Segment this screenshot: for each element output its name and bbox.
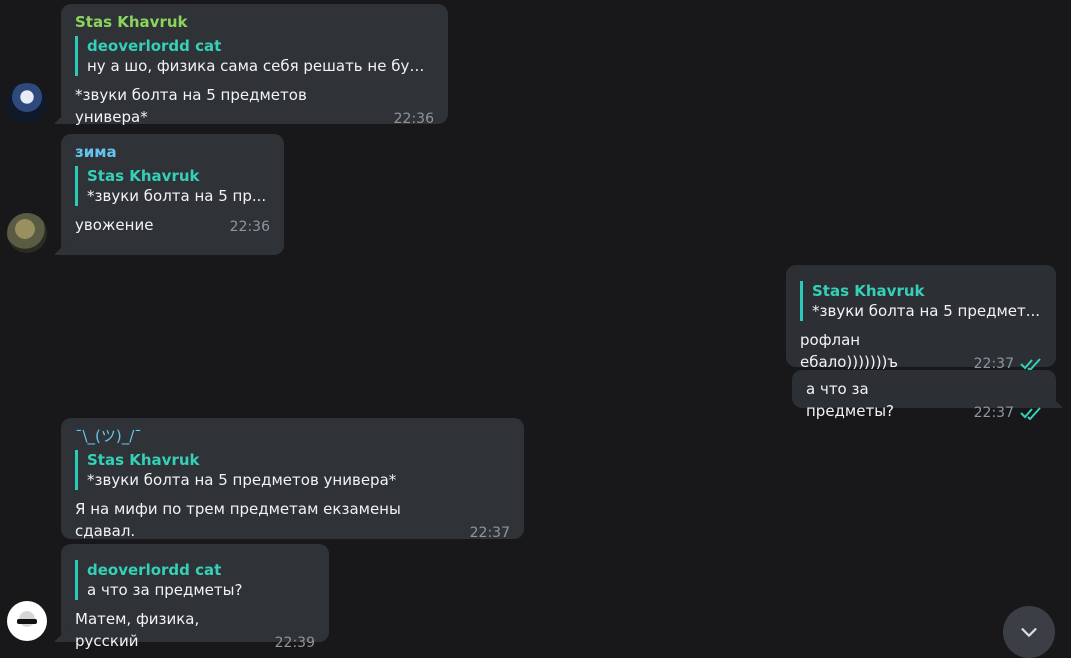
message-bubble[interactable]: Stas Khavruk *звуки болта на 5 предмет..… (786, 265, 1056, 372)
reply-sender: deoverlordd cat (87, 37, 222, 55)
reply-text: ну а шо, физика сама себя решать не буде… (87, 57, 434, 75)
reply-text: *звуки болта на 5 пр... (87, 187, 267, 205)
message-time: 22:36 (393, 111, 434, 127)
sender-name[interactable]: Stas Khavruk (75, 12, 434, 32)
message-text: Матем, физика, русский (75, 610, 200, 650)
reply-preview[interactable]: Stas Khavruk *звуки болта на 5 предмет..… (800, 281, 1042, 321)
scroll-down-button[interactable] (1003, 606, 1055, 658)
message-time: 22:37 (973, 405, 1014, 421)
message-text: рофлан ебало)))))))ъ (800, 331, 898, 371)
double-check-icon (1020, 358, 1041, 371)
message-text: увожение (75, 216, 154, 234)
message-text: а что за предметы? (806, 380, 895, 420)
reply-sender: Stas Khavruk (87, 167, 200, 185)
reply-sender: Stas Khavruk (87, 451, 200, 469)
message-bubble[interactable]: а что за предметы? 22:37 (792, 370, 1056, 421)
avatar[interactable] (7, 83, 47, 123)
reply-preview[interactable]: Stas Khavruk *звуки болта на 5 пр... (75, 166, 270, 206)
message-bubble[interactable]: Stas Khavruk deoverlordd cat ну а шо, фи… (61, 4, 448, 127)
double-check-icon (1020, 407, 1041, 420)
message-text: Я на мифи по трем предметам екзамены сда… (75, 500, 401, 540)
avatar[interactable] (7, 601, 47, 641)
message-bubble[interactable]: ¯\_(ツ)_/¯ Stas Khavruk *звуки болта на 5… (61, 418, 524, 541)
reply-preview[interactable]: deoverlordd cat ну а шо, физика сама себ… (75, 36, 434, 76)
chevron-down-icon (1021, 628, 1037, 637)
reply-sender: Stas Khavruk (812, 282, 925, 300)
reply-text: *звуки болта на 5 предметов универа* (87, 471, 397, 489)
reply-text: *звуки болта на 5 предмет... (812, 302, 1041, 320)
reply-sender: deoverlordd cat (87, 561, 222, 579)
reply-text: а что за предметы? (87, 581, 243, 599)
sender-name[interactable]: ¯\_(ツ)_/¯ (75, 426, 510, 446)
reply-preview[interactable]: Stas Khavruk *звуки болта на 5 предметов… (75, 450, 510, 490)
message-time: 22:36 (229, 219, 270, 235)
message-bubble[interactable]: deoverlordd cat а что за предметы? Матем… (61, 544, 329, 651)
message-time: 22:37 (469, 525, 510, 541)
reply-preview[interactable]: deoverlordd cat а что за предметы? (75, 560, 315, 600)
avatar[interactable] (7, 213, 47, 253)
sender-name[interactable]: зима (75, 142, 270, 162)
message-time: 22:39 (274, 635, 315, 651)
message-bubble[interactable]: зима Stas Khavruk *звуки болта на 5 пр..… (61, 134, 284, 255)
message-text: *звуки болта на 5 предметов универа* (75, 86, 307, 126)
